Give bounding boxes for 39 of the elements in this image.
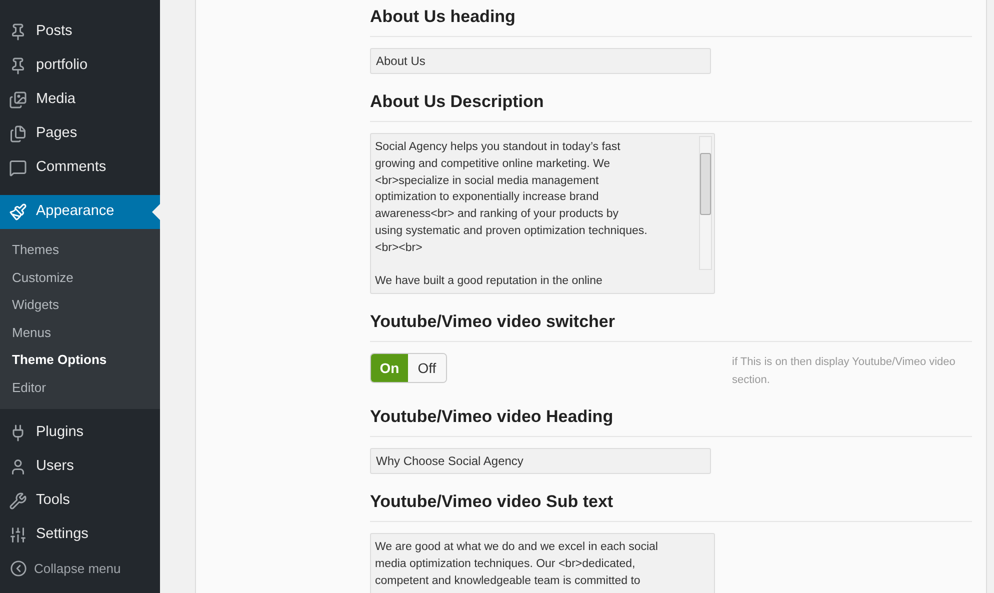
speech-bubble-icon (9, 159, 27, 177)
scrollbar[interactable] (699, 136, 712, 270)
submenu-item[interactable]: Widgets (0, 291, 160, 319)
pin-icon (9, 23, 27, 41)
menu-item[interactable]: Plugins (0, 416, 160, 450)
field-heading: About Us Description (370, 92, 544, 111)
paintbrush-icon (9, 203, 27, 221)
menu-item[interactable]: Posts (0, 15, 160, 49)
textarea-field[interactable]: We are good at what we do and we excel in each social media optimization techniques. Our <br>dedicated, competent and knowledgeable team is committed to (370, 533, 715, 593)
pages-icon (9, 125, 27, 143)
submenu-item[interactable]: Theme Options (0, 346, 160, 374)
textarea-field[interactable]: Social Agency helps you standout in today’s fast growing and competitive online marketing. We <br>specialize in social media management optimization to exponentially increase brand awareness<br> and ranking of your products by using systematic and proven optimization techniques. <br><br> We have built a good reputation in the online (370, 133, 715, 294)
sliders-icon (9, 526, 27, 544)
menu-item[interactable]: Tools (0, 484, 160, 518)
text-field[interactable]: Why Choose Social Agency (370, 448, 711, 474)
images-icon (9, 91, 27, 109)
submenu-item[interactable]: Customize (0, 264, 160, 292)
field-heading: Youtube/Vimeo video switcher (370, 312, 615, 331)
field-heading: About Us heading (370, 7, 516, 26)
submenu-item[interactable]: Themes (0, 236, 160, 264)
menu-item[interactable]: Comments (0, 151, 160, 185)
menu-item[interactable]: Media (0, 83, 160, 117)
field-description: if This is on then display Youtube/Vimeo video section. (732, 355, 956, 388)
wrench-icon (9, 492, 27, 510)
submenu-item[interactable]: Menus (0, 318, 160, 346)
text-field[interactable]: About Us (370, 48, 711, 74)
menu-item[interactable]: Pages (0, 117, 160, 151)
menu-item[interactable]: portfolio (0, 49, 160, 83)
field-heading: Youtube/Vimeo video Sub text (370, 492, 614, 511)
pin-icon (9, 57, 27, 75)
field-heading: Youtube/Vimeo video Heading (370, 407, 614, 426)
menu-item[interactable]: Settings (0, 518, 160, 552)
collapse-icon (10, 560, 27, 578)
menu-item[interactable]: Users (0, 450, 160, 484)
menu-item[interactable]: Appearance (0, 195, 160, 229)
submenu-item[interactable]: Editor (0, 374, 160, 402)
collapse-menu-button[interactable]: Collapse menu (0, 552, 160, 586)
user-icon (9, 458, 27, 476)
current-pointer-icon (152, 204, 160, 220)
